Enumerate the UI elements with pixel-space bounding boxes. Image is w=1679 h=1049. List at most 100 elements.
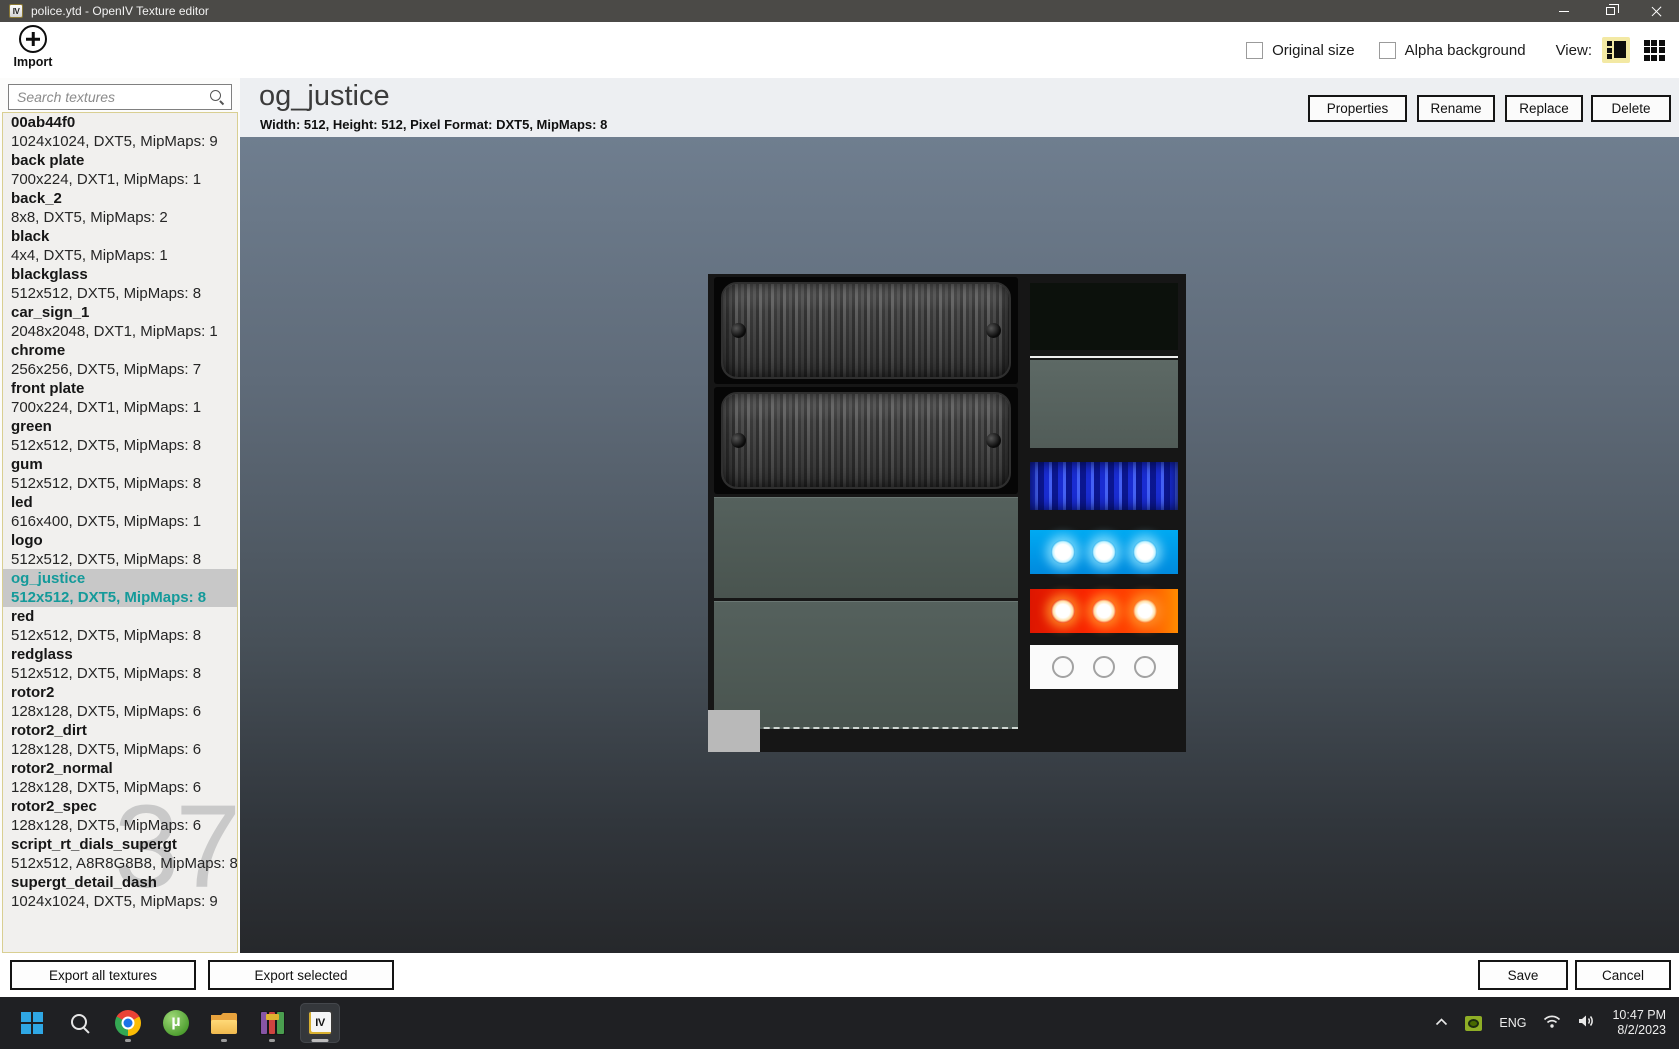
texture-name: led <box>11 494 33 511</box>
rename-button[interactable]: Rename <box>1417 95 1495 122</box>
texture-details: 1024x1024, DXT5, MipMaps: 9 <box>11 893 218 910</box>
start-button[interactable] <box>12 1003 52 1043</box>
texture-name: supergt_detail_dash <box>11 874 157 891</box>
texture-details: 700x224, DXT1, MipMaps: 1 <box>11 399 202 416</box>
replace-button[interactable]: Replace <box>1505 95 1583 122</box>
texture-name: 00ab44f0 <box>11 114 76 131</box>
texture-name: back plate <box>11 152 85 169</box>
search-icon[interactable] <box>208 88 226 106</box>
texture-list-item[interactable]: front plate 700x224, DXT1, MipMaps: 1 <box>3 379 237 417</box>
alpha-background-checkbox[interactable] <box>1378 41 1396 59</box>
export-all-textures-button[interactable]: Export all textures <box>10 960 196 990</box>
texture-list-item[interactable]: chrome 256x256, DXT5, MipMaps: 7 <box>3 341 237 379</box>
texture-details: 1024x1024, DXT5, MipMaps: 9 <box>11 133 218 150</box>
openiv-app-icon: IV <box>9 4 23 18</box>
original-size-checkbox[interactable] <box>1246 41 1264 59</box>
plus-icon <box>19 25 47 53</box>
import-button[interactable]: Import <box>10 25 56 69</box>
view-label: View: <box>1555 41 1592 59</box>
taskbar-chrome-button[interactable] <box>108 1003 148 1043</box>
texture-list-item[interactable]: led 616x400, DXT5, MipMaps: 1 <box>3 493 237 531</box>
openiv-icon: IV <box>307 1010 333 1036</box>
tray-chevron-up-icon[interactable] <box>1435 1014 1448 1032</box>
save-button[interactable]: Save <box>1478 960 1568 990</box>
preview-tile-gray-square <box>1030 360 1178 448</box>
page-title: og_justice <box>259 80 390 112</box>
split-view-glyph <box>1606 41 1626 59</box>
texture-name: red <box>11 608 35 625</box>
preview-tile-white-line <box>1030 356 1178 358</box>
taskbar-clock[interactable]: 10:47 PM 8/2/2023 <box>1612 1008 1666 1038</box>
texture-list-item[interactable]: back_2 8x8, DXT5, MipMaps: 2 <box>3 189 237 227</box>
restore-button[interactable] <box>1587 0 1633 22</box>
texture-list-item[interactable]: car_sign_1 2048x2048, DXT1, MipMaps: 1 <box>3 303 237 341</box>
texture-name: black <box>11 228 50 245</box>
texture-list-item[interactable]: back plate 700x224, DXT1, MipMaps: 1 <box>3 151 237 189</box>
preview-tile-blue-glow <box>1030 462 1178 510</box>
texture-details: 512x512, DXT5, MipMaps: 8 <box>11 551 202 568</box>
texture-list-item[interactable]: supergt_detail_dash 1024x1024, DXT5, Mip… <box>3 873 237 911</box>
titlebar: IV police.ytd - OpenIV Texture editor <box>0 0 1679 22</box>
windows-start-icon <box>21 1012 43 1034</box>
texture-name: redglass <box>11 646 73 663</box>
properties-button[interactable]: Properties <box>1308 95 1407 122</box>
sidebar: 37 00ab44f0 1024x1024, DXT5, MipMaps: 9 … <box>0 78 240 953</box>
texture-list-item[interactable]: blackglass 512x512, DXT5, MipMaps: 8 <box>3 265 237 303</box>
texture-details: 128x128, DXT5, MipMaps: 6 <box>11 779 202 796</box>
texture-name: car_sign_1 <box>11 304 90 321</box>
texture-list-item[interactable]: og_justice 512x512, DXT5, MipMaps: 8 <box>3 569 237 607</box>
preview-tile-red-led-strip <box>1030 589 1178 633</box>
language-indicator[interactable]: ENG <box>1499 1016 1526 1030</box>
texture-list-item[interactable]: red 512x512, DXT5, MipMaps: 8 <box>3 607 237 645</box>
tray-time: 10:47 PM <box>1612 1008 1666 1022</box>
texture-name: rotor2_dirt <box>11 722 87 739</box>
alpha-background-label: Alpha background <box>1404 41 1526 59</box>
texture-list-item[interactable]: rotor2_spec 128x128, DXT5, MipMaps: 6 <box>3 797 237 835</box>
texture-list-item[interactable]: logo 512x512, DXT5, MipMaps: 8 <box>3 531 237 569</box>
texture-details: 512x512, DXT5, MipMaps: 8 <box>11 285 202 302</box>
view-grid-icon[interactable] <box>1640 37 1668 63</box>
texture-list-item[interactable]: gum 512x512, DXT5, MipMaps: 8 <box>3 455 237 493</box>
search-input[interactable] <box>9 85 208 109</box>
tray-date: 8/2/2023 <box>1617 1023 1666 1037</box>
texture-list-item[interactable]: rotor2_normal 128x128, DXT5, MipMaps: 6 <box>3 759 237 797</box>
preview-tile-black-box <box>1030 283 1178 350</box>
nvidia-tray-icon[interactable] <box>1465 1015 1483 1031</box>
file-explorer-icon <box>211 1013 237 1034</box>
texture-list-item[interactable]: rotor2_dirt 128x128, DXT5, MipMaps: 6 <box>3 721 237 759</box>
taskbar-file-explorer-button[interactable] <box>204 1003 244 1043</box>
texture-list-item[interactable]: rotor2 128x128, DXT5, MipMaps: 6 <box>3 683 237 721</box>
close-button[interactable] <box>1633 0 1679 22</box>
texture-details: 512x512, DXT5, MipMaps: 8 <box>11 475 202 492</box>
texture-name: front plate <box>11 380 85 397</box>
preview-tile-lens-2 <box>714 387 1018 494</box>
texture-details: 128x128, DXT5, MipMaps: 6 <box>11 703 202 720</box>
minimize-button[interactable] <box>1541 0 1587 22</box>
toolbar: Import Original size Alpha background Vi… <box>0 22 1679 78</box>
taskbar-search-button[interactable] <box>60 1003 100 1043</box>
wifi-icon[interactable] <box>1543 1014 1561 1033</box>
texture-list-item[interactable]: script_rt_dials_supergt 512x512, A8R8G8B… <box>3 835 237 873</box>
taskbar-openiv-button[interactable]: IV <box>300 1003 340 1043</box>
export-selected-button[interactable]: Export selected <box>208 960 394 990</box>
taskbar-utorrent-button[interactable] <box>156 1003 196 1043</box>
texture-details: 4x4, DXT5, MipMaps: 1 <box>11 247 168 264</box>
texture-details: 512x512, DXT5, MipMaps: 8 <box>11 665 202 682</box>
preview-tile-lens-1 <box>714 277 1018 384</box>
preview-tile-gray-chip <box>708 710 760 752</box>
texture-list-item[interactable]: black 4x4, DXT5, MipMaps: 1 <box>3 227 237 265</box>
texture-list-item[interactable]: redglass 512x512, DXT5, MipMaps: 8 <box>3 645 237 683</box>
texture-list-item[interactable]: 00ab44f0 1024x1024, DXT5, MipMaps: 9 <box>3 113 237 151</box>
minimize-icon <box>1559 10 1569 12</box>
cancel-button[interactable]: Cancel <box>1575 960 1671 990</box>
texture-details: 8x8, DXT5, MipMaps: 2 <box>11 209 168 226</box>
texture-details: 700x224, DXT1, MipMaps: 1 <box>11 171 202 188</box>
delete-button[interactable]: Delete <box>1591 95 1671 122</box>
texture-details: 256x256, DXT5, MipMaps: 7 <box>11 361 202 378</box>
taskbar-winrar-button[interactable] <box>252 1003 292 1043</box>
texture-list-item[interactable]: green 512x512, DXT5, MipMaps: 8 <box>3 417 237 455</box>
view-split-icon[interactable] <box>1602 37 1630 63</box>
volume-icon[interactable] <box>1578 1014 1595 1033</box>
preview-tile-gray-panel-1 <box>714 497 1018 598</box>
original-size-label: Original size <box>1272 41 1355 59</box>
